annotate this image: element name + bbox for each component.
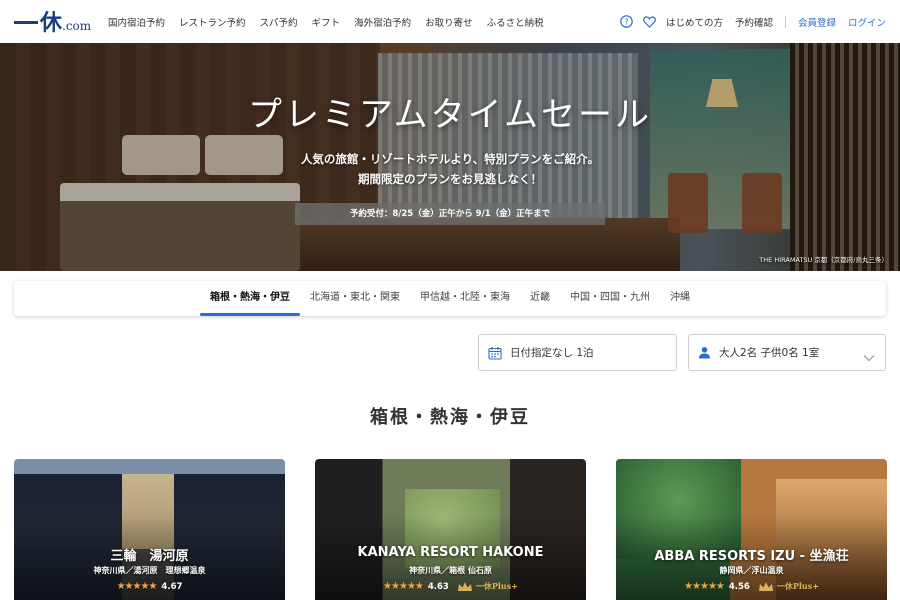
hotel-location: 神奈川県／箱根 仙石原: [409, 566, 492, 575]
register-link[interactable]: 会員登録: [798, 15, 836, 29]
nav-gift[interactable]: ギフト: [312, 15, 341, 29]
guest-selector[interactable]: 大人2名 子供0名 1室: [688, 334, 886, 371]
crown-icon: [457, 581, 473, 592]
rating-score: 4.63: [427, 581, 449, 592]
ikyu-plus-label: 一休Plus+: [776, 581, 819, 591]
tab-chugoku-shikoku-kyushu[interactable]: 中国・四国・九州: [560, 281, 660, 316]
hero-subtitle-line: 期間限定のプランをお見逃しなく！: [358, 172, 542, 186]
logo-kanji: 休: [40, 10, 63, 36]
hotel-name: KANAYA RESORT HAKONE: [357, 545, 544, 560]
region-tabs: 箱根・熱海・伊豆 北海道・東北・関東 甲信越・北陸・東海 近畿 中国・四国・九州…: [14, 281, 886, 316]
header-actions: ? はじめての方 予約確認 会員登録 ログイン: [620, 0, 886, 43]
nav-restaurant[interactable]: レストラン予約: [179, 15, 246, 29]
hotel-rating: ★★★★★ 4.67: [14, 581, 285, 592]
hotel-location: 静岡県／浮山温泉: [719, 566, 784, 575]
nav-furusato[interactable]: ふるさと納税: [487, 15, 544, 29]
main-nav: 国内宿泊予約 レストラン予約 スパ予約 ギフト 海外宿泊予約 お取り寄せ ふるさ…: [108, 0, 558, 43]
nav-domestic-stay[interactable]: 国内宿泊予約: [108, 15, 165, 29]
person-icon: [698, 346, 711, 359]
ikyu-plus-badge: 一休Plus+: [758, 581, 819, 592]
hotel-card[interactable]: KANAYA RESORT HAKONE 神奈川県／箱根 仙石原 ★★★★★ 4…: [315, 459, 586, 600]
hotel-rating: ★★★★★ 4.63 一休Plus+: [315, 581, 586, 592]
calendar-icon: [488, 346, 502, 360]
hotel-card[interactable]: 三輪 湯河原 神奈川県／湯河原 理想郷温泉 ★★★★★ 4.67: [14, 459, 285, 600]
date-selector[interactable]: 日付指定なし 1泊: [478, 334, 677, 371]
hotel-rating: ★★★★★ 4.56 一休Plus+: [616, 581, 887, 592]
rating-score: 4.56: [728, 581, 750, 592]
hero-subtitle: 人気の旅館・リゾートホテルより、特別プランをご紹介。 期間限定のプランをお見逃し…: [0, 149, 900, 189]
logo-mark: [14, 21, 38, 24]
favorite-heart-icon[interactable]: [643, 15, 656, 28]
card-overlay: [14, 459, 285, 600]
rating-score: 4.67: [161, 581, 183, 592]
hotel-name: ABBA RESORTS IZU - 坐漁荘: [654, 549, 849, 564]
hotel-card[interactable]: ABBA RESORTS IZU - 坐漁荘 静岡県／浮山温泉 ★★★★★ 4.…: [616, 459, 887, 600]
logo[interactable]: 休 .com: [14, 9, 91, 35]
header: 休 .com 国内宿泊予約 レストラン予約 スパ予約 ギフト 海外宿泊予約 お取…: [0, 0, 900, 43]
rating-stars: ★★★★★: [116, 581, 158, 592]
guest-selector-value: 大人2名 子供0名 1室: [719, 347, 820, 359]
logo-suffix: .com: [62, 19, 92, 33]
rating-stars: ★★★★★: [383, 581, 424, 592]
nav-spa[interactable]: スパ予約: [260, 15, 298, 29]
hero-subtitle-line: 人気の旅館・リゾートホテルより、特別プランをご紹介。: [300, 152, 600, 166]
ikyu-plus-badge: 一休Plus+: [457, 581, 518, 592]
chevron-down-icon: [863, 347, 875, 366]
crown-icon: [758, 581, 774, 592]
tab-hokkaido-tohoku-kanto[interactable]: 北海道・東北・関東: [300, 281, 410, 316]
first-time-link[interactable]: はじめての方: [666, 15, 723, 29]
date-selector-value: 日付指定なし 1泊: [510, 347, 594, 359]
hotel-name: 三輪 湯河原: [110, 549, 189, 564]
card-overlay: [616, 459, 887, 600]
reservation-check-link[interactable]: 予約確認: [735, 15, 773, 29]
nav-overseas-stay[interactable]: 海外宿泊予約: [354, 15, 411, 29]
help-icon[interactable]: ?: [620, 15, 633, 28]
hero-booking-period: 予約受付：8/25（金）正午から 9/1（金）正午まで: [295, 203, 605, 225]
svg-text:?: ?: [624, 18, 628, 27]
ikyu-plus-label: 一休Plus+: [475, 581, 518, 591]
tab-hakone-atami-izu[interactable]: 箱根・熱海・伊豆: [200, 281, 300, 316]
section-title: 箱根・熱海・伊豆: [370, 407, 530, 428]
card-overlay: [315, 459, 586, 600]
hero-title: プレミアムタイムセール: [248, 95, 652, 135]
nav-mail-order[interactable]: お取り寄せ: [425, 15, 473, 29]
rating-stars: ★★★★★: [684, 581, 725, 592]
tab-okinawa[interactable]: 沖縄: [660, 281, 700, 316]
hero-banner[interactable]: プレミアムタイムセール 人気の旅館・リゾートホテルより、特別プランをご紹介。 期…: [0, 43, 900, 271]
login-link[interactable]: ログイン: [848, 15, 886, 29]
hero-photo-credit: THE HIRAMATSU 京都（京都府/烏丸三条）: [759, 256, 888, 264]
tab-koshinetsu-hokuriku-tokai[interactable]: 甲信越・北陸・東海: [410, 281, 520, 316]
header-divider: [784, 15, 786, 28]
tab-kinki[interactable]: 近畿: [520, 281, 560, 316]
hotel-location: 神奈川県／湯河原 理想郷温泉: [93, 566, 206, 575]
